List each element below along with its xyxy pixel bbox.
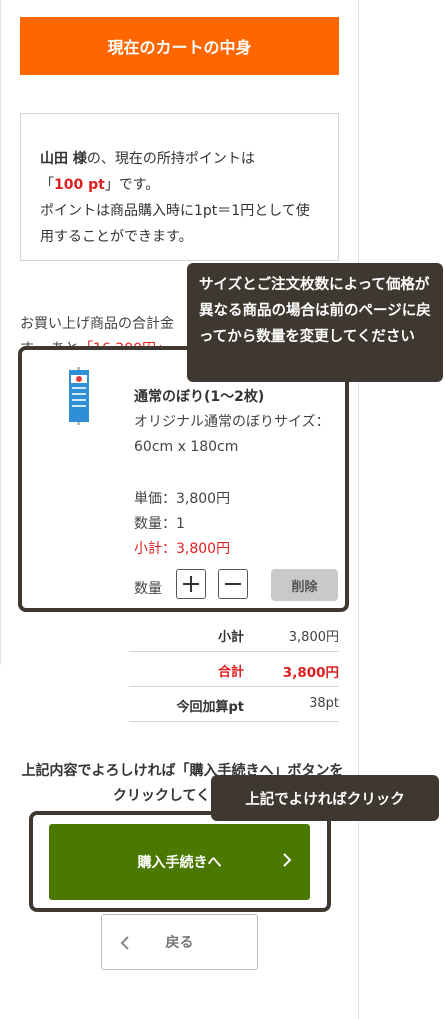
nobori-flag-thumbnail xyxy=(69,367,89,425)
earned-points-label: 今回加算pt xyxy=(176,700,244,715)
subtotal-value: 3,800円 xyxy=(288,630,339,645)
right-divider xyxy=(358,0,359,1019)
cart-item-card: 通常のぼり(1〜2枚) オリジナル通常のぼりサイズ：60cm x 180cm 単… xyxy=(18,346,349,612)
proceed-button-label: 購入手続きへ xyxy=(137,855,222,871)
total-label: 合計 xyxy=(217,665,244,680)
summary-total-row: 合計 3,800円 xyxy=(129,652,339,687)
points-open-quote: 「 xyxy=(40,177,54,193)
proceed-to-checkout-button[interactable]: 購入手続きへ xyxy=(49,824,310,900)
points-note: ポイントは商品購入時に1pt＝1円として使用することができます。 xyxy=(40,203,310,245)
quantity-increase-button[interactable] xyxy=(176,569,206,599)
points-line1-suffix: の、現在の所持ポイントは xyxy=(86,151,255,167)
quantity-label: 数量 xyxy=(134,581,162,597)
cart-title: 現在のカートの中身 xyxy=(107,38,252,57)
item-description: オリジナル通常のぼりサイズ：60cm x 180cm xyxy=(134,414,330,455)
proceed-hint-text: 上記でよければクリック xyxy=(245,791,405,808)
item-subtotal: 小計：3,800円 xyxy=(134,541,231,557)
minus-icon xyxy=(225,583,241,585)
cart-title-banner: 現在のカートの中身 xyxy=(20,17,339,75)
earned-points-value: 38pt xyxy=(309,696,339,711)
total-value: 3,800円 xyxy=(282,665,339,681)
order-summary: 小計 3,800円 合計 3,800円 今回加算pt 38pt xyxy=(129,617,339,722)
left-divider xyxy=(0,0,1,665)
back-button[interactable]: 戻る xyxy=(101,914,258,970)
chevron-left-icon xyxy=(120,936,129,950)
delete-item-button[interactable]: 削除 xyxy=(271,569,338,601)
size-change-tooltip: サイズとご注文枚数によって価格が異なる商品の場合は前のページに戻ってから数量を変… xyxy=(187,263,443,382)
summary-points-row: 今回加算pt 38pt xyxy=(129,687,339,722)
subtotal-label: 小計 xyxy=(217,630,244,645)
proceed-hint-tooltip: 上記でよければクリック xyxy=(211,775,439,821)
chevron-right-icon xyxy=(283,853,292,867)
user-name: 山田 様 xyxy=(40,151,87,167)
quantity-decrease-button[interactable] xyxy=(218,569,248,599)
points-info-box: 山田 様の、現在の所持ポイントは 「100 pt」です。 ポイントは商品購入時に… xyxy=(20,113,339,261)
item-unit-price: 単価：3,800円 xyxy=(134,491,231,507)
points-value: 100 pt xyxy=(54,177,105,193)
points-close-quote: 」です。 xyxy=(104,177,160,193)
back-button-label: 戻る xyxy=(165,935,194,951)
notice-text-a: お買い上げ商品の合計金 xyxy=(20,316,174,332)
item-name: 通常のぼり(1〜2枚) xyxy=(134,389,265,405)
size-change-tooltip-text: サイズとご注文枚数によって価格が異なる商品の場合は前のページに戻ってから数量を変… xyxy=(199,277,431,345)
plus-icon xyxy=(183,576,199,592)
summary-subtotal-row: 小計 3,800円 xyxy=(129,617,339,652)
item-quantity: 数量：1 xyxy=(134,516,185,532)
